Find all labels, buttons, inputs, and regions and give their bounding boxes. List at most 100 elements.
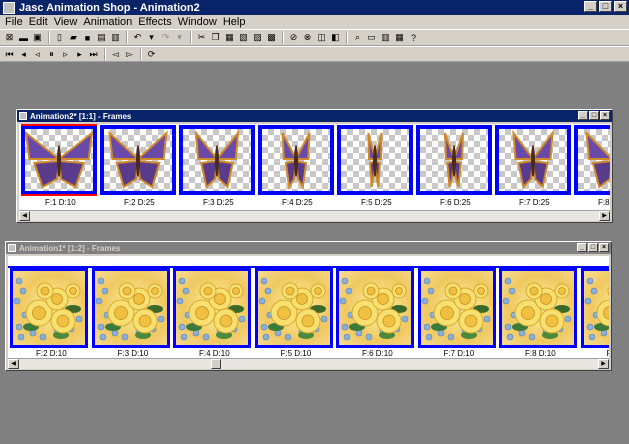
view-animation-icon[interactable]: ▭: [365, 31, 378, 44]
doc-maximize-button[interactable]: □: [589, 111, 599, 120]
frame-thumbnail[interactable]: F:7 D:10: [417, 256, 496, 358]
app-titlebar[interactable]: Jasc Animation Shop - Animation2 _ □ ×: [0, 0, 629, 15]
doc-close-button[interactable]: ×: [600, 111, 610, 120]
frame-thumbnail[interactable]: F:8 D:10: [499, 256, 577, 358]
frame-thumbnail[interactable]: F:1 D:10: [21, 124, 97, 210]
paste-after-icon[interactable]: ▨: [251, 31, 264, 44]
app-title: Jasc Animation Shop - Animation2: [19, 1, 200, 14]
scroll-left-icon[interactable]: ◀: [8, 359, 19, 369]
animation2-title: Animation2* [1:1] - Frames: [30, 111, 132, 121]
app-icon[interactable]: [3, 1, 15, 14]
prev-frame-icon[interactable]: ◂: [17, 48, 30, 61]
animation2-horizontal-scrollbar[interactable]: ◀ ▶: [19, 210, 610, 221]
frame-label: F:1 D:10: [45, 198, 76, 207]
crop-icon[interactable]: ◫: [315, 31, 328, 44]
butterfly-image: [578, 129, 610, 191]
vcr-toolbar: ⏮ ◂ ◃ ⏸ ▹ ▸ ⏭ ◅ ▻ ⟳: [0, 46, 629, 62]
paste-before-icon[interactable]: ▧: [237, 31, 250, 44]
redo-icon[interactable]: ↷: [159, 31, 172, 44]
animation1-horizontal-scrollbar[interactable]: ◀ ▶: [8, 358, 609, 369]
redo-dropdown-icon[interactable]: ▾: [173, 31, 186, 44]
scroll-left-icon[interactable]: ◀: [19, 211, 30, 221]
frame-thumbnail[interactable]: F:4 D:10: [173, 256, 251, 358]
frame-thumbnail[interactable]: F:6 D:10: [336, 256, 414, 358]
delete-frame-icon[interactable]: ⊗: [301, 31, 314, 44]
help-icon[interactable]: ?: [407, 31, 420, 44]
toolbar-separator: [282, 31, 284, 44]
menu-effects[interactable]: Effects: [135, 16, 174, 28]
play-icon[interactable]: ▹: [59, 48, 72, 61]
insert-frames-icon[interactable]: ◧: [329, 31, 342, 44]
menu-view[interactable]: View: [51, 16, 81, 28]
frame-label: F:7 D:10: [443, 349, 475, 358]
animation1-titlebar[interactable]: Animation1* [1:2] - Frames _ □ ×: [6, 242, 611, 254]
palette-icon[interactable]: ▦: [393, 31, 406, 44]
butterfly-image: [24, 129, 94, 191]
undo-dropdown-icon[interactable]: ▾: [145, 31, 158, 44]
minimize-button[interactable]: _: [584, 1, 597, 12]
animation2-titlebar[interactable]: Animation2* [1:1] - Frames _ □ ×: [17, 110, 612, 122]
loop-icon[interactable]: ⟳: [145, 48, 158, 61]
menu-animation[interactable]: Animation: [80, 16, 135, 28]
menu-bar: File Edit View Animation Effects Window …: [0, 15, 629, 29]
frame-label: F:5 D:10: [280, 349, 312, 358]
play-back-icon[interactable]: ◃: [31, 48, 44, 61]
frame-thumbnail[interactable]: F:4 D:25: [258, 124, 334, 210]
scroll-right-icon[interactable]: ▶: [598, 359, 609, 369]
copy-icon[interactable]: ❐: [209, 31, 222, 44]
wizard-icon[interactable]: ⊠: [3, 31, 16, 44]
open-icon[interactable]: ▰: [67, 31, 80, 44]
animation2-frames-window[interactable]: Animation2* [1:1] - Frames _ □ × F:1 D:1…: [16, 109, 613, 223]
frame-thumbnail[interactable]: F:7 D:25: [495, 124, 571, 210]
banner-icon[interactable]: ▬: [17, 31, 30, 44]
frame-thumbnail[interactable]: F:2 D:25: [100, 124, 176, 210]
animation1-frames-window[interactable]: Animation1* [1:2] - Frames _ □ × F:2 D:1…: [5, 241, 612, 371]
select-first-icon[interactable]: ◅: [109, 48, 122, 61]
doc-maximize-button[interactable]: □: [588, 243, 598, 252]
new-icon[interactable]: ▯: [53, 31, 66, 44]
scroll-thumb[interactable]: [211, 359, 221, 369]
frame-label: F:3 D:25: [203, 198, 234, 207]
cut-icon[interactable]: ✂: [195, 31, 208, 44]
first-frame-icon[interactable]: ⏮: [3, 48, 16, 61]
last-frame-icon[interactable]: ⏭: [87, 48, 100, 61]
frame-thumbnail[interactable]: F:2 D:10: [10, 256, 88, 358]
paste-new-icon[interactable]: ▦: [223, 31, 236, 44]
maximize-button[interactable]: □: [599, 1, 612, 12]
doc-minimize-button[interactable]: _: [578, 111, 588, 120]
print-icon[interactable]: ▥: [109, 31, 122, 44]
menu-edit[interactable]: Edit: [26, 16, 51, 28]
properties-icon[interactable]: ▥: [379, 31, 392, 44]
paste-into-icon[interactable]: ▩: [265, 31, 278, 44]
scroll-right-icon[interactable]: ▶: [599, 211, 610, 221]
link-icon[interactable]: ⊘: [287, 31, 300, 44]
close-button[interactable]: ×: [614, 1, 627, 12]
frame-thumbnail[interactable]: F:5 D:10: [254, 256, 333, 358]
menu-window[interactable]: Window: [175, 16, 220, 28]
frame-thumbnail[interactable]: F:8 D:25: [574, 124, 610, 210]
frame-thumbnail[interactable]: F:3 D:10: [91, 256, 170, 358]
roses-image: [176, 271, 248, 345]
select-last-icon[interactable]: ▻: [123, 48, 136, 61]
document-icon: [8, 244, 16, 252]
selection-marker: [21, 124, 97, 126]
frame-thumbnail[interactable]: F:3 D:25: [179, 124, 255, 210]
menu-help[interactable]: Help: [220, 16, 249, 28]
undo-icon[interactable]: ↶: [131, 31, 144, 44]
butterfly-image: [262, 129, 330, 191]
next-frame-icon[interactable]: ▸: [73, 48, 86, 61]
frame-thumbnail[interactable]: F:5 D:25: [337, 124, 413, 210]
animation2-frame-strip: F:1 D:10 F:2 D:25 F:3 D:25 F:4 D:25 F:5 D:25…: [19, 124, 610, 210]
pause-icon[interactable]: ⏸: [45, 48, 58, 61]
frame-label: F:3 D:10: [117, 349, 149, 358]
doc-close-button[interactable]: ×: [599, 243, 609, 252]
zoom-icon[interactable]: ⌕: [351, 31, 364, 44]
frame-thumbnail[interactable]: F:9: [580, 256, 609, 358]
save-all-icon[interactable]: ▤: [95, 31, 108, 44]
menu-file[interactable]: File: [2, 16, 26, 28]
document-icon: [19, 112, 27, 120]
frame-thumbnail[interactable]: F:6 D:25: [416, 124, 492, 210]
doc-minimize-button[interactable]: _: [577, 243, 587, 252]
save-icon[interactable]: ■: [81, 31, 94, 44]
optimize-icon[interactable]: ▣: [31, 31, 44, 44]
